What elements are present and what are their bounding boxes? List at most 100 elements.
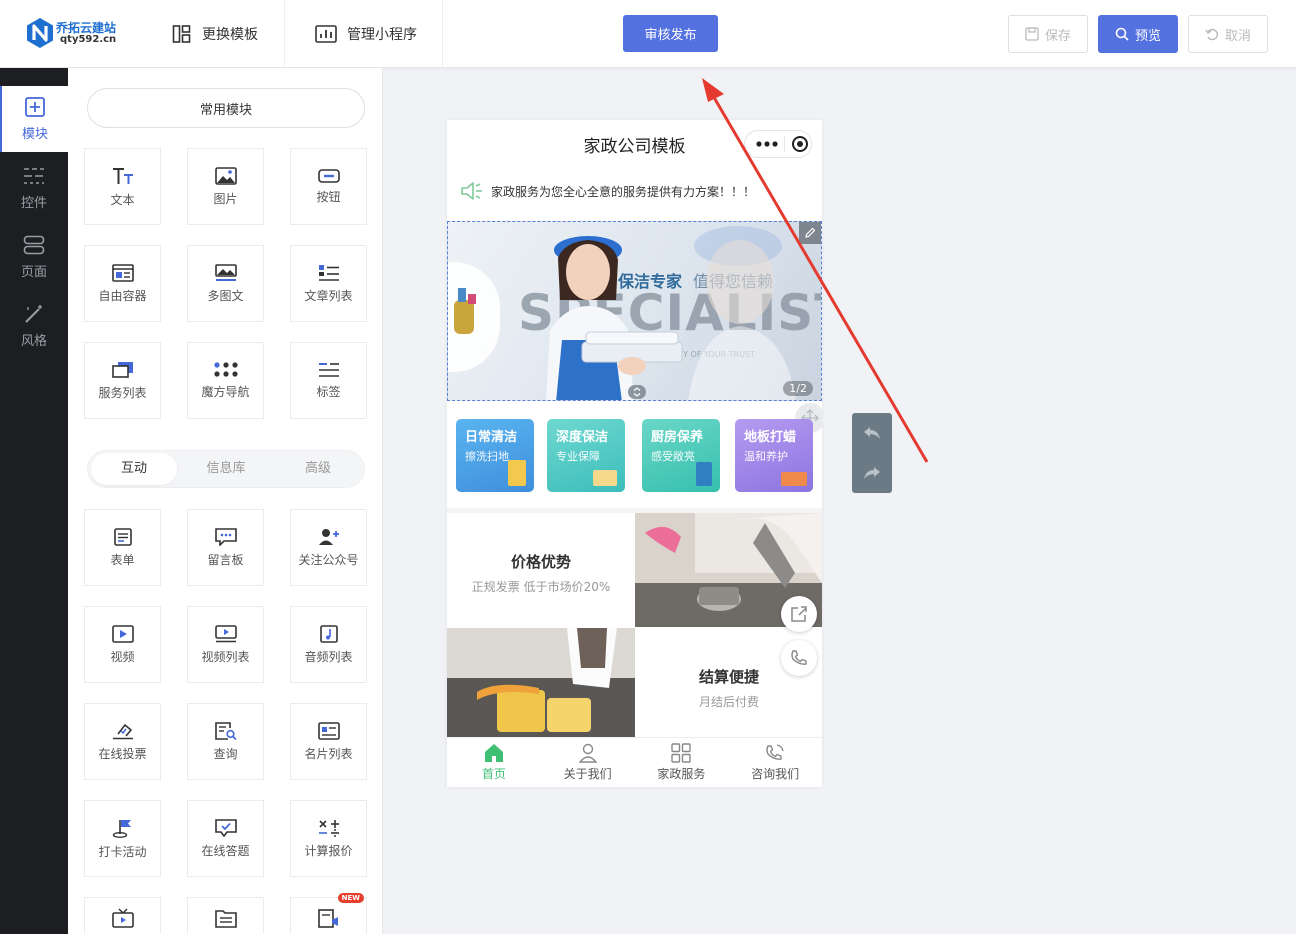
module-business-card-list[interactable]: 名片列表 — [290, 703, 367, 780]
tab-about-us[interactable]: 关于我们 — [541, 738, 635, 787]
price-advantage-title: 价格优势 — [510, 553, 571, 571]
module-label: 标签 — [316, 384, 341, 399]
module-free-container[interactable]: 自由容器 — [84, 245, 161, 322]
module-label: 多图文 — [207, 288, 244, 303]
module-image[interactable]: 图片 — [187, 148, 264, 225]
module-panel: 常用模块 文本 图片 按钮 自由容器 多图文 文章列表 服务列表 魔方导航 标签… — [68, 68, 383, 934]
vote-icon — [112, 723, 133, 739]
drag-handle-icon[interactable] — [628, 385, 646, 399]
module-video-list[interactable]: 视频列表 — [187, 606, 264, 683]
annotation-arrow — [702, 78, 929, 463]
price-advantage-block[interactable]: 价格优势 正规发票 低于市场价20% — [447, 513, 635, 627]
module-label: 打卡活动 — [98, 844, 147, 859]
file-list-icon — [214, 910, 237, 928]
template-icon — [172, 25, 191, 43]
user-plus-icon — [318, 528, 339, 545]
tab-home[interactable]: 首页 — [447, 738, 541, 787]
sidebar-item-modules[interactable]: 模块 — [0, 86, 68, 152]
module-video[interactable]: 视频 — [84, 606, 161, 683]
card-title: 深度保洁 — [556, 430, 609, 445]
module-multi-image-text[interactable]: 多图文 — [187, 245, 264, 322]
main-sidebar: 模块 控件 页面 风格 — [0, 68, 68, 934]
module-magic-nav[interactable]: 魔方导航 — [187, 342, 264, 419]
module-label: 在线投票 — [98, 746, 147, 761]
button-icon — [317, 168, 340, 183]
speaker-icon — [461, 182, 482, 200]
logo-mark-icon — [27, 18, 53, 48]
plus-square-icon — [25, 96, 45, 117]
module-online-vote[interactable]: 在线投票 — [84, 703, 161, 780]
module-message-board[interactable]: 留言板 — [187, 509, 264, 586]
module-check-in[interactable]: 打卡活动 — [84, 800, 161, 877]
easy-settlement-subtitle: 月结后付费 — [698, 695, 759, 709]
tab-housekeeping-services[interactable]: 家政服务 — [635, 738, 729, 787]
tab-info-library[interactable]: 信息库 — [183, 453, 269, 485]
undo-icon — [1205, 28, 1218, 41]
announcement-icon — [317, 909, 338, 928]
change-template-button[interactable]: 更换模板 — [172, 0, 285, 68]
module-label: 关注公众号 — [298, 552, 359, 567]
module-live[interactable] — [84, 897, 161, 934]
tags-icon — [318, 362, 339, 377]
share-button[interactable] — [781, 596, 817, 632]
save-button[interactable]: 保存 — [1008, 15, 1088, 53]
tab-advanced[interactable]: 高级 — [275, 453, 361, 485]
save-label: 保存 — [1044, 28, 1071, 44]
module-audio-list[interactable]: 音频列表 — [290, 606, 367, 683]
module-service-list[interactable]: 服务列表 — [84, 342, 161, 419]
module-file-list[interactable] — [187, 897, 264, 934]
sidebar-item-controls[interactable]: 控件 — [0, 155, 68, 221]
new-badge: NEW — [337, 893, 364, 903]
video-list-icon — [214, 624, 237, 642]
id-card-icon — [317, 721, 340, 740]
module-label: 文本 — [110, 192, 135, 207]
tab-interactive[interactable]: 互动 — [91, 453, 177, 485]
module-tags[interactable]: 标签 — [290, 342, 367, 419]
message-icon — [214, 527, 237, 546]
service-card-deep-cleaning[interactable]: 深度保洁 专业保障 — [547, 419, 625, 492]
module-label: 视频列表 — [201, 649, 250, 664]
module-query[interactable]: 查询 — [187, 703, 264, 780]
top-toolbar: 乔拓云建站 qty592.cn 更换模板 管理小程序 审核发布 保存 预览 取消 — [0, 0, 1296, 68]
publish-button[interactable]: 审核发布 — [623, 15, 718, 52]
cancel-button[interactable]: 取消 — [1188, 15, 1268, 53]
flag-icon — [112, 819, 131, 838]
module-label: 计算报价 — [304, 843, 353, 858]
preview-button[interactable]: 预览 — [1098, 15, 1178, 53]
module-label: 音频列表 — [304, 649, 353, 664]
module-form[interactable]: 表单 — [84, 509, 161, 586]
grid-icon — [671, 743, 692, 763]
manage-miniprogram-button[interactable]: 管理小程序 — [285, 0, 443, 68]
module-label: 视频 — [110, 649, 135, 664]
module-button[interactable]: 按钮 — [290, 148, 367, 225]
module-follow-official-account[interactable]: 关注公众号 — [290, 509, 367, 586]
tab-label: 关于我们 — [563, 767, 612, 781]
common-modules-header[interactable]: 常用模块 — [87, 88, 365, 128]
save-icon — [1025, 27, 1039, 41]
change-template-label: 更换模板 — [202, 27, 258, 43]
image-icon — [214, 166, 237, 185]
logo[interactable]: 乔拓云建站 qty592.cn — [26, 16, 146, 52]
sidebar-item-pages[interactable]: 页面 — [0, 224, 68, 290]
card-illustration — [593, 470, 617, 486]
module-new-feature[interactable]: NEW — [290, 893, 367, 934]
text-icon — [112, 167, 133, 184]
article-list-icon — [318, 264, 339, 281]
service-card-daily-cleaning[interactable]: 日常清洁 擦洗扫地 — [456, 419, 534, 492]
tab-contact-us[interactable]: 咨询我们 — [728, 738, 822, 787]
module-label: 查询 — [213, 746, 238, 761]
module-label: 图片 — [213, 191, 238, 206]
module-online-quiz[interactable]: 在线答题 — [187, 800, 264, 877]
module-article-list[interactable]: 文章列表 — [290, 245, 367, 322]
manage-miniprogram-label: 管理小程序 — [347, 27, 417, 43]
module-quote-calculator[interactable]: 计算报价 — [290, 800, 367, 877]
sidebar-item-style[interactable]: 风格 — [0, 293, 68, 359]
calculator-icon — [318, 819, 339, 837]
price-advantage-subtitle: 正规发票 低于市场价20% — [471, 580, 611, 594]
quiz-icon — [214, 818, 237, 837]
housekeeper-figure — [546, 236, 683, 400]
music-note-icon — [319, 624, 338, 643]
module-text[interactable]: 文本 — [84, 148, 161, 225]
phone-call-button[interactable] — [781, 640, 817, 676]
phone-icon — [791, 650, 807, 665]
